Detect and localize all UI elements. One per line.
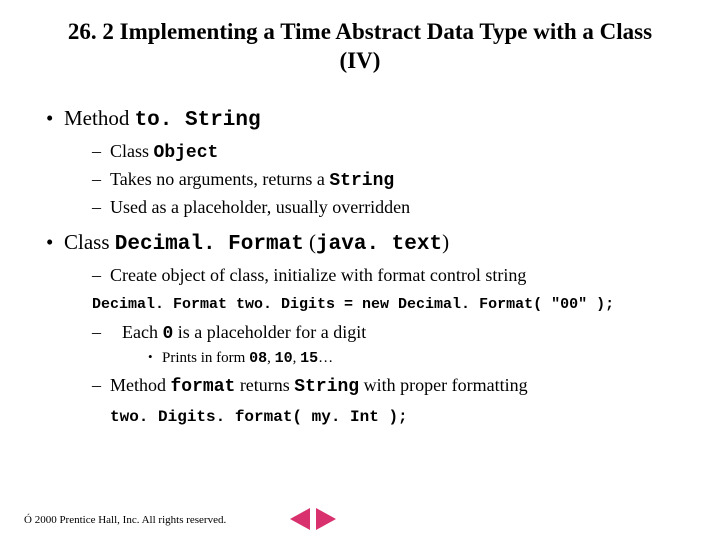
code-line-2: two. Digits. format( my. Int ); <box>110 407 674 429</box>
bullet-list: Method to. String Class Object Takes no … <box>46 104 674 430</box>
slide-body: 26. 2 Implementing a Time Abstract Data … <box>0 0 720 429</box>
next-slide-icon[interactable] <box>316 508 336 530</box>
bullet-1-sub-2: Takes no arguments, returns a String <box>92 167 674 193</box>
bullet-2-sub-1: Create object of class, initialize with … <box>92 263 674 287</box>
bullet-1-code: to. String <box>135 109 261 132</box>
bullet-2-sub-3: Method format returns String with proper… <box>92 373 674 399</box>
copyright-footer: Ó 2000 Prentice Hall, Inc. All rights re… <box>24 514 226 526</box>
bullet-1: Method to. String Class Object Takes no … <box>46 104 674 220</box>
bullet-1-sub-1: Class Object <box>92 139 674 165</box>
bullet-2: Class Decimal. Format (java. text) Creat… <box>46 228 674 429</box>
bullet-2-sub-2: Each 0 is a placeholder for a digit Prin… <box>92 320 674 370</box>
nav-controls <box>290 508 336 530</box>
bullet-2-sub-2a: Prints in form 08, 10, 15… <box>148 348 674 369</box>
bullet-1-sub-3: Used as a placeholder, usually overridde… <box>92 195 674 219</box>
slide-title: 26. 2 Implementing a Time Abstract Data … <box>46 18 674 76</box>
prev-slide-icon[interactable] <box>290 508 310 530</box>
code-line-1: Decimal. Format two. Digits = new Decima… <box>92 295 674 315</box>
bullet-1-text: Method <box>64 106 135 130</box>
